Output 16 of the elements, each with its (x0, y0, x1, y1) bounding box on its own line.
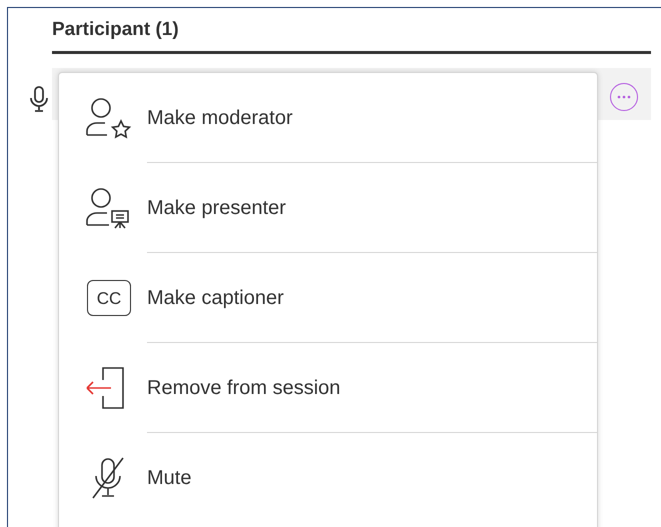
menu-item-label: Make presenter (147, 196, 286, 220)
microphone-icon (29, 85, 49, 113)
menu-item-label: Make captioner (147, 286, 284, 310)
panel-title: Participant (1) (52, 19, 179, 40)
menu-item[interactable]: Mute (59, 433, 597, 523)
menu-item-label: Mute (147, 466, 192, 491)
menu-item[interactable]: CC Make captioner (59, 253, 597, 343)
menu-item[interactable]: Make presenter (59, 163, 597, 253)
more-options-button[interactable] (610, 83, 638, 111)
menu-item[interactable]: Remove from session (59, 343, 597, 433)
ellipsis-icon (617, 95, 631, 99)
person-star-icon (85, 97, 133, 139)
menu-item-label: Remove from session (147, 376, 340, 400)
menu-item[interactable]: Make moderator (59, 73, 597, 163)
menu-item-label: Make moderator (147, 106, 293, 130)
closed-captions-icon: CC (87, 280, 131, 316)
